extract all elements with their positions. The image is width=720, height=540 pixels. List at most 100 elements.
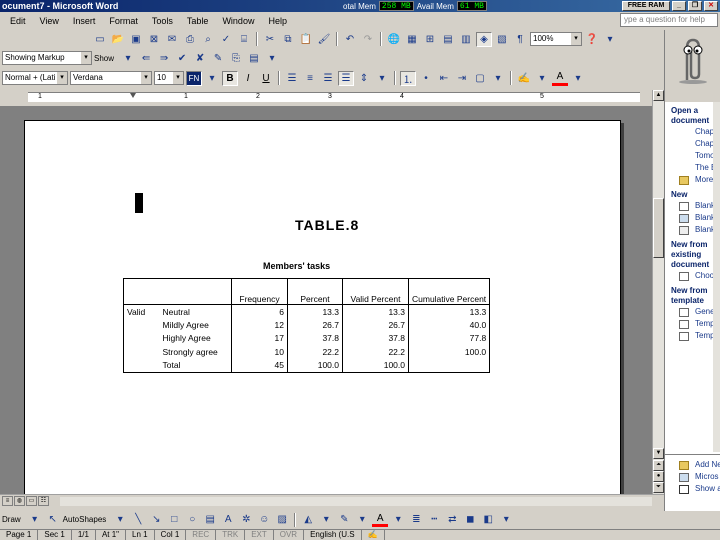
free-ram-button[interactable]: FREE RAM: [622, 1, 670, 11]
new-document-icon[interactable]: ▭: [92, 32, 108, 47]
reviewing-pane-icon[interactable]: ▤: [246, 51, 262, 66]
font-combo[interactable]: Verdana ▾: [70, 71, 152, 85]
recent-file-link[interactable]: Chapter fo: [665, 126, 720, 138]
highlight-icon[interactable]: ✍: [516, 71, 532, 86]
numbering-icon[interactable]: ⒈: [400, 70, 416, 86]
oval-icon[interactable]: ○: [184, 512, 200, 527]
minimize-button[interactable]: _: [672, 1, 686, 11]
spelling-status-icon[interactable]: ✍: [362, 530, 385, 540]
markup-combo[interactable]: Showing Markup ▾: [2, 51, 92, 65]
help-icon[interactable]: ❓: [584, 32, 600, 47]
horizontal-scrollbar[interactable]: ≡ ◍ ▭ ☷: [0, 494, 664, 507]
select-browse-object-icon[interactable]: ●: [653, 471, 664, 482]
align-center-icon[interactable]: ≡: [302, 71, 318, 86]
wordart-icon[interactable]: A: [220, 512, 236, 527]
read-icon[interactable]: ▾: [602, 32, 618, 47]
style-combo[interactable]: Normal + (Lati ▾: [2, 71, 68, 85]
draw-font-color-icon[interactable]: A: [372, 512, 389, 527]
line-icon[interactable]: ╲: [130, 512, 146, 527]
restore-button[interactable]: ❐: [688, 1, 702, 11]
print-view-icon[interactable]: ▭: [26, 496, 37, 506]
shadow-icon[interactable]: ◼: [462, 512, 478, 527]
increase-indent-icon[interactable]: ⇥: [454, 71, 470, 86]
menu-help[interactable]: Help: [268, 16, 287, 26]
chevron-down-icon[interactable]: ▾: [570, 71, 586, 86]
horizontal-ruler[interactable]: 1 1 2 3 4 5: [0, 90, 664, 104]
scroll-track[interactable]: [60, 497, 652, 506]
menu-format[interactable]: Format: [109, 16, 138, 26]
decrease-indent-icon[interactable]: ⇤: [436, 71, 452, 86]
accept-change-icon[interactable]: ✔: [174, 51, 190, 66]
select-objects-icon[interactable]: ↖: [45, 512, 61, 527]
new-comment-icon[interactable]: ✎: [210, 51, 226, 66]
scroll-down-icon[interactable]: ▼: [653, 448, 664, 459]
spelling-icon[interactable]: ✓: [218, 32, 234, 47]
menu-table[interactable]: Table: [187, 16, 209, 26]
chevron-down-icon[interactable]: ▾: [374, 71, 390, 86]
show-hide-icon[interactable]: ¶: [512, 32, 528, 47]
copy-icon[interactable]: ⧉: [280, 32, 296, 47]
arrow-style-icon[interactable]: ⇄: [444, 512, 460, 527]
insert-excel-icon[interactable]: ▤: [440, 32, 456, 47]
research-icon[interactable]: ⌸: [236, 32, 252, 47]
normal-view-icon[interactable]: ≡: [2, 496, 13, 506]
menu-insert[interactable]: Insert: [73, 16, 96, 26]
menu-tools[interactable]: Tools: [152, 16, 173, 26]
chevron-down-icon[interactable]: ▾: [534, 71, 550, 86]
previous-change-icon[interactable]: ⇚: [138, 51, 154, 66]
vertical-scrollbar[interactable]: ▲ ▼ ⏶ ● ⏷: [652, 90, 664, 494]
blank-email-link[interactable]: Blank e: [665, 224, 720, 236]
blank-web-page-link[interactable]: Blank w: [665, 212, 720, 224]
columns-icon[interactable]: ▥: [458, 32, 474, 47]
permission-icon[interactable]: ⊠: [146, 32, 162, 47]
3d-icon[interactable]: ◧: [480, 512, 496, 527]
task-pane-scrollbar[interactable]: [713, 102, 720, 452]
drawing-icon[interactable]: ◈: [476, 31, 492, 47]
arrow-icon[interactable]: ↘: [148, 512, 164, 527]
choose-document-link[interactable]: Choose: [665, 270, 720, 282]
show-at-startup-checkbox[interactable]: Show a: [665, 483, 720, 495]
dash-style-icon[interactable]: ┅: [426, 512, 442, 527]
reject-change-icon[interactable]: ✘: [192, 51, 208, 66]
templates-office-link[interactable]: Templa: [665, 330, 720, 342]
chevron-down-icon[interactable]: ▾: [490, 71, 506, 86]
underline-button[interactable]: U: [258, 71, 274, 86]
status-rec[interactable]: REC: [186, 530, 217, 540]
ask-question-input[interactable]: ype a question for help: [620, 13, 718, 27]
font-size-indicator-icon[interactable]: FN: [186, 70, 202, 86]
chevron-down-icon[interactable]: ▾: [27, 512, 43, 527]
open-folder-icon[interactable]: 📂: [110, 32, 126, 47]
redo-icon[interactable]: ↷: [360, 32, 376, 47]
status-ext[interactable]: EXT: [245, 530, 274, 540]
draw-menu[interactable]: Draw: [2, 515, 21, 524]
align-right-icon[interactable]: ☰: [320, 71, 336, 86]
hyperlink-icon[interactable]: 🌐: [386, 32, 402, 47]
chevron-down-icon[interactable]: ▾: [112, 512, 128, 527]
document-map-icon[interactable]: ▧: [494, 32, 510, 47]
justify-icon[interactable]: ☰: [338, 70, 354, 86]
email-icon[interactable]: ✉: [164, 32, 180, 47]
diagram-icon[interactable]: ✲: [238, 512, 254, 527]
menu-edit[interactable]: Edit: [10, 16, 26, 26]
next-page-icon[interactable]: ⏷: [653, 482, 664, 493]
menu-view[interactable]: View: [40, 16, 59, 26]
font-color-icon[interactable]: A: [552, 71, 568, 86]
italic-button[interactable]: I: [240, 71, 256, 86]
insert-table-icon[interactable]: ⊞: [422, 32, 438, 47]
next-change-icon[interactable]: ⇛: [156, 51, 172, 66]
chevron-down-icon[interactable]: ▾: [390, 512, 406, 527]
more-documents-link[interactable]: More do: [665, 174, 720, 186]
paste-icon[interactable]: 📋: [298, 32, 314, 47]
show-menu[interactable]: Show: [94, 54, 114, 63]
print-icon[interactable]: ⎙: [182, 32, 198, 47]
recent-file-link[interactable]: Chapter fo: [665, 138, 720, 150]
picture-icon[interactable]: ▨: [274, 512, 290, 527]
tables-borders-icon[interactable]: ▦: [404, 32, 420, 47]
undo-icon[interactable]: ↶: [342, 32, 358, 47]
chevron-down-icon[interactable]: ▾: [264, 51, 280, 66]
scroll-up-icon[interactable]: ▲: [653, 90, 664, 101]
menu-window[interactable]: Window: [222, 16, 254, 26]
document-page[interactable]: TABLE.8 Members' tasks Frequency Percent…: [24, 120, 621, 494]
text-box-icon[interactable]: ▤: [202, 512, 218, 527]
cut-icon[interactable]: ✂: [262, 32, 278, 47]
